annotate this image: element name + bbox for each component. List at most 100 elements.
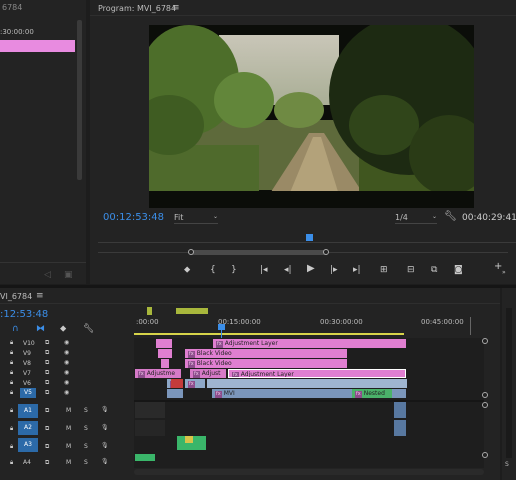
solo-s-icon[interactable]: S: [505, 461, 509, 468]
mic-icon[interactable]: 🎙︎: [101, 442, 109, 449]
lock-icon[interactable]: 🔒︎: [10, 407, 13, 415]
sync-icon[interactable]: ⧉: [45, 443, 49, 451]
clip-black-video[interactable]: fx Black Video: [185, 349, 347, 358]
track-a2[interactable]: A2: [18, 421, 38, 435]
track-v9[interactable]: V9: [23, 350, 31, 357]
clip-black-video[interactable]: fx Black Video: [185, 359, 347, 368]
playhead-marker[interactable]: [306, 234, 313, 241]
mute-button[interactable]: M: [66, 407, 71, 414]
linked-selection-icon[interactable]: ⧓: [36, 324, 45, 334]
wrench-icon[interactable]: 🔧︎: [83, 324, 94, 334]
mic-icon[interactable]: 🎙︎: [101, 406, 109, 413]
audio-clip-a3-fx[interactable]: [185, 436, 193, 443]
clip-v5-a[interactable]: [167, 389, 183, 398]
audio-clip-a4[interactable]: [135, 454, 155, 461]
sync-icon[interactable]: ⧉: [45, 379, 49, 387]
clip-v5-end[interactable]: [392, 389, 406, 398]
work-area-bar[interactable]: :00:00 00:15:00:00 00:30:00:00 00:45:00:…: [134, 307, 484, 337]
project-tab-fragment[interactable]: 6784: [2, 3, 22, 12]
eye-icon[interactable]: ◉: [64, 339, 69, 346]
eye-icon[interactable]: ◉: [64, 359, 69, 366]
track-a4[interactable]: A4: [23, 459, 31, 466]
track-a3[interactable]: A3: [18, 438, 38, 452]
audio-clip-a1[interactable]: [135, 402, 165, 418]
add-marker-icon[interactable]: ⬥: [184, 265, 190, 275]
compare-icon[interactable]: ⧉: [431, 265, 437, 275]
mute-button[interactable]: M: [66, 425, 71, 432]
sync-icon[interactable]: ⧉: [45, 339, 49, 347]
clip-adjustment-short[interactable]: fx Adjustme: [135, 369, 181, 378]
clip-pink-small[interactable]: [156, 339, 172, 348]
snap-icon[interactable]: ∩: [12, 324, 19, 334]
go-to-in-icon[interactable]: |◂: [260, 265, 268, 275]
eye-icon[interactable]: ◉: [64, 349, 69, 356]
track-v10[interactable]: V10: [23, 340, 35, 347]
mark-in-icon[interactable]: {: [210, 265, 216, 275]
audio-clip-a2[interactable]: [135, 420, 165, 436]
mic-icon[interactable]: 🎙︎: [101, 458, 109, 465]
audio-clip-a2-end[interactable]: [394, 420, 406, 436]
track-v8[interactable]: V8: [23, 360, 31, 367]
timeline-title[interactable]: VI_6784: [0, 292, 32, 301]
track-a1[interactable]: A1: [18, 404, 38, 418]
play-icon[interactable]: ▶: [307, 264, 315, 274]
wrench-icon[interactable]: 🔧︎: [444, 212, 457, 222]
mute-button[interactable]: M: [66, 443, 71, 450]
clip-adjustment-layer-2[interactable]: fx Adjustment Layer: [228, 369, 406, 378]
clip-v6-c[interactable]: [207, 379, 407, 388]
lock-icon[interactable]: 🔒︎: [10, 425, 13, 433]
lock-icon[interactable]: 🔒︎: [10, 389, 13, 397]
clip-adjust[interactable]: fx Adjust: [190, 369, 226, 378]
mark-out-icon[interactable]: }: [231, 265, 237, 275]
clip-pink-small[interactable]: [161, 359, 169, 368]
project-scrollbar[interactable]: [77, 20, 82, 180]
track-v7[interactable]: V7: [23, 370, 31, 377]
vertical-scroll-video[interactable]: [482, 338, 488, 400]
program-monitor-title[interactable]: Program: MVI_6784: [98, 4, 176, 13]
clip-pink-small[interactable]: [158, 349, 172, 358]
clip-nested[interactable]: fx Nested: [352, 389, 392, 398]
eye-icon[interactable]: ◉: [64, 379, 69, 386]
horizontal-scroll[interactable]: [134, 469, 484, 475]
lock-icon[interactable]: 🔒︎: [10, 369, 13, 377]
clip-v6-b[interactable]: fx: [185, 379, 205, 388]
solo-button[interactable]: S: [84, 425, 88, 432]
project-new-item-icon[interactable]: ▣: [64, 270, 73, 280]
mic-icon[interactable]: 🎙︎: [101, 424, 109, 431]
extract-icon[interactable]: ⊟: [407, 265, 415, 275]
work-area-range[interactable]: [176, 308, 208, 314]
mute-button[interactable]: M: [66, 459, 71, 466]
lock-icon[interactable]: 🔒︎: [10, 339, 13, 347]
lift-icon[interactable]: ⊞: [380, 265, 388, 275]
lock-icon[interactable]: 🔒︎: [10, 349, 13, 357]
timeline-current-time[interactable]: :12:53:48: [0, 309, 48, 320]
solo-button[interactable]: S: [84, 443, 88, 450]
lock-icon[interactable]: 🔒︎: [10, 459, 13, 467]
clip-red-marker[interactable]: [171, 379, 183, 388]
resolution-select[interactable]: 1/4 ⌄: [395, 213, 437, 224]
sync-icon[interactable]: ⧉: [45, 389, 49, 397]
sync-icon[interactable]: ⧉: [45, 425, 49, 433]
zoom-scrollbar[interactable]: [98, 249, 508, 255]
add-marker-icon[interactable]: ⬥: [60, 324, 66, 334]
time-ruler-scrubber[interactable]: [98, 234, 516, 244]
eye-icon[interactable]: ◉: [64, 389, 69, 396]
clip-adjustment-layer[interactable]: fx Adjustment Layer: [213, 339, 406, 348]
lock-icon[interactable]: 🔒︎: [10, 379, 13, 387]
lock-icon[interactable]: 🔒︎: [10, 359, 13, 367]
overflow-icon[interactable]: »: [502, 268, 506, 278]
project-sound-icon[interactable]: ◁: [44, 270, 51, 280]
solo-button[interactable]: S: [84, 459, 88, 466]
clip-mvi[interactable]: fx MVI: [212, 389, 352, 398]
sync-icon[interactable]: ⧉: [45, 407, 49, 415]
step-forward-icon[interactable]: |▸: [330, 265, 338, 275]
camera-icon[interactable]: ◙: [454, 265, 463, 275]
program-current-time[interactable]: 00:12:53:48: [103, 212, 164, 223]
lock-icon[interactable]: 🔒︎: [10, 443, 13, 451]
track-v5[interactable]: V5: [20, 388, 36, 398]
in-marker[interactable]: [147, 307, 152, 315]
solo-button[interactable]: S: [84, 407, 88, 414]
sync-icon[interactable]: ⧉: [45, 369, 49, 377]
track-v6[interactable]: V6: [23, 380, 31, 387]
eye-icon[interactable]: ◉: [64, 369, 69, 376]
